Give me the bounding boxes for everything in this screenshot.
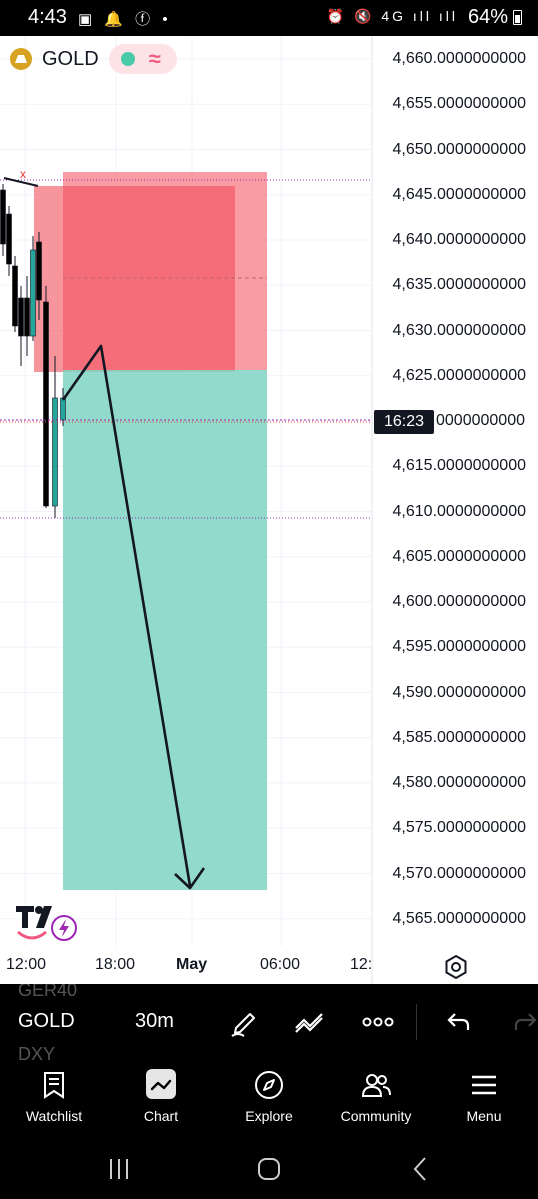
compass-icon xyxy=(255,1071,283,1099)
chart-area[interactable]: x GOLD ≈ 4,660.0000000000 4,655.000000000… xyxy=(0,36,538,984)
menu-icon xyxy=(472,1075,496,1095)
nav-community[interactable]: Community xyxy=(326,1060,426,1140)
price-axis-label: 4,655.0000000000 xyxy=(392,95,526,113)
community-icon xyxy=(361,1074,391,1097)
more-icon[interactable] xyxy=(362,1006,394,1038)
interval-selector[interactable]: 30m xyxy=(135,1010,174,1033)
symbol-badge[interactable]: GOLD ≈ xyxy=(10,44,177,74)
battery-percent: 64% xyxy=(467,6,508,28)
gold-symbol-icon xyxy=(10,48,32,70)
price-axis-label: 4,605.0000000000 xyxy=(392,547,526,565)
system-status-icons: ⏰ 🔇 4G ıll ıll xyxy=(326,8,458,24)
nav-chart[interactable]: Chart xyxy=(111,1060,211,1140)
take-profit-zone xyxy=(63,370,267,890)
price-axis-label: 4,630.0000000000 xyxy=(392,321,526,339)
nav-label: Explore xyxy=(245,1108,293,1124)
bullish-candle xyxy=(52,397,58,507)
price-axis-label: 4,580.0000000000 xyxy=(392,774,526,791)
price-axis-label: 4,590.0000000000 xyxy=(392,683,526,701)
price-axis-label: 4,650.0000000000 xyxy=(392,140,526,158)
price-axis-label: 4,565.0000000000 xyxy=(392,909,526,927)
battery-icon xyxy=(513,10,522,25)
notification-icons: ▣ 🔔 ⓕ • xyxy=(78,11,172,28)
bearish-candle xyxy=(12,265,18,327)
home-icon[interactable] xyxy=(254,1156,284,1182)
chart-toolbar: GER40 GOLD 30m DXY xyxy=(0,984,538,1060)
price-axis-label: 4,645.0000000000 xyxy=(392,185,526,203)
ghost-symbol-above[interactable]: GER40 xyxy=(18,984,77,1001)
system-nav xyxy=(0,1140,538,1199)
price-axis-label: 4,640.0000000000 xyxy=(392,231,526,248)
time-axis-label: 18:00 xyxy=(95,956,136,973)
price-axis-label: 4,600.0000000000 xyxy=(392,593,526,610)
indicator-pill[interactable]: ≈ xyxy=(108,44,177,74)
bearish-candle xyxy=(24,297,30,337)
bearish-candle xyxy=(6,213,12,265)
redo-icon[interactable] xyxy=(510,1006,538,1038)
nav-label: Chart xyxy=(143,1108,179,1124)
status-bar: 4:43 ▣ 🔔 ⓕ • ⏰ 🔇 4G ıll ıll 64% xyxy=(0,0,538,36)
watchlist-icon xyxy=(44,1072,64,1099)
price-axis-label: 4,625.0000000000 xyxy=(392,366,526,384)
status-dot-icon xyxy=(120,52,135,66)
nav-label: Menu xyxy=(466,1108,502,1124)
ghost-symbol-below[interactable]: DXY xyxy=(18,1044,55,1060)
nav-watchlist[interactable]: Watchlist xyxy=(4,1060,104,1140)
nav-label: Community xyxy=(340,1108,412,1124)
indicator-approx-icon: ≈ xyxy=(148,46,161,71)
toolbar-symbol[interactable]: GOLD xyxy=(18,1010,75,1033)
bearish-candle xyxy=(18,297,24,337)
bearish-candle xyxy=(0,189,6,245)
time-axis-label: 12: xyxy=(350,956,373,973)
cross-marker-icon: x xyxy=(20,167,26,181)
nav-label: Watchlist xyxy=(25,1108,83,1124)
status-time: 4:43 xyxy=(28,6,67,28)
toolbar-divider xyxy=(416,1004,417,1040)
price-axis-label: 4,615.0000000000 xyxy=(392,457,526,475)
symbol-name[interactable]: GOLD xyxy=(42,48,99,71)
price-axis-label: 4,570.0000000000 xyxy=(392,864,526,882)
tradingview-logo-icon xyxy=(16,906,77,941)
price-axis-label: 4,610.0000000000 xyxy=(392,502,526,520)
price-axis-label: 4,575.0000000000 xyxy=(392,819,526,837)
trendline-icon[interactable] xyxy=(294,1006,326,1038)
undo-icon[interactable] xyxy=(442,1006,474,1038)
bottom-nav: Watchlist Chart Explore Community Menu xyxy=(0,1060,538,1140)
position-zones xyxy=(34,172,267,890)
chart-icon xyxy=(150,1079,172,1091)
time-axis-label: 06:00 xyxy=(260,956,301,973)
price-axis-label: 4,660.0000000000 xyxy=(392,50,526,67)
nav-explore[interactable]: Explore xyxy=(219,1060,319,1140)
back-icon[interactable] xyxy=(406,1156,436,1182)
nav-menu[interactable]: Menu xyxy=(434,1060,534,1140)
time-axis-label: 12:00 xyxy=(6,956,47,973)
recents-icon[interactable] xyxy=(104,1156,134,1182)
bearish-candle xyxy=(36,241,42,301)
bearish-candle xyxy=(43,301,49,507)
price-axis-label: 4,585.0000000000 xyxy=(392,728,526,746)
price-axis-label: 4,635.0000000000 xyxy=(392,276,526,294)
stop-loss-zone-inner xyxy=(34,186,235,372)
crosshair-price-label: 0000000000 xyxy=(436,412,525,429)
time-axis-label: May xyxy=(176,956,208,973)
chart-settings-icon[interactable] xyxy=(442,953,470,981)
crosshair-time-badge: 16:23 xyxy=(374,410,434,434)
bullish-candle xyxy=(60,397,66,421)
price-axis-label: 4,595.0000000000 xyxy=(392,638,526,656)
bullish-candle xyxy=(30,249,36,337)
pencil-icon[interactable] xyxy=(228,1006,260,1038)
